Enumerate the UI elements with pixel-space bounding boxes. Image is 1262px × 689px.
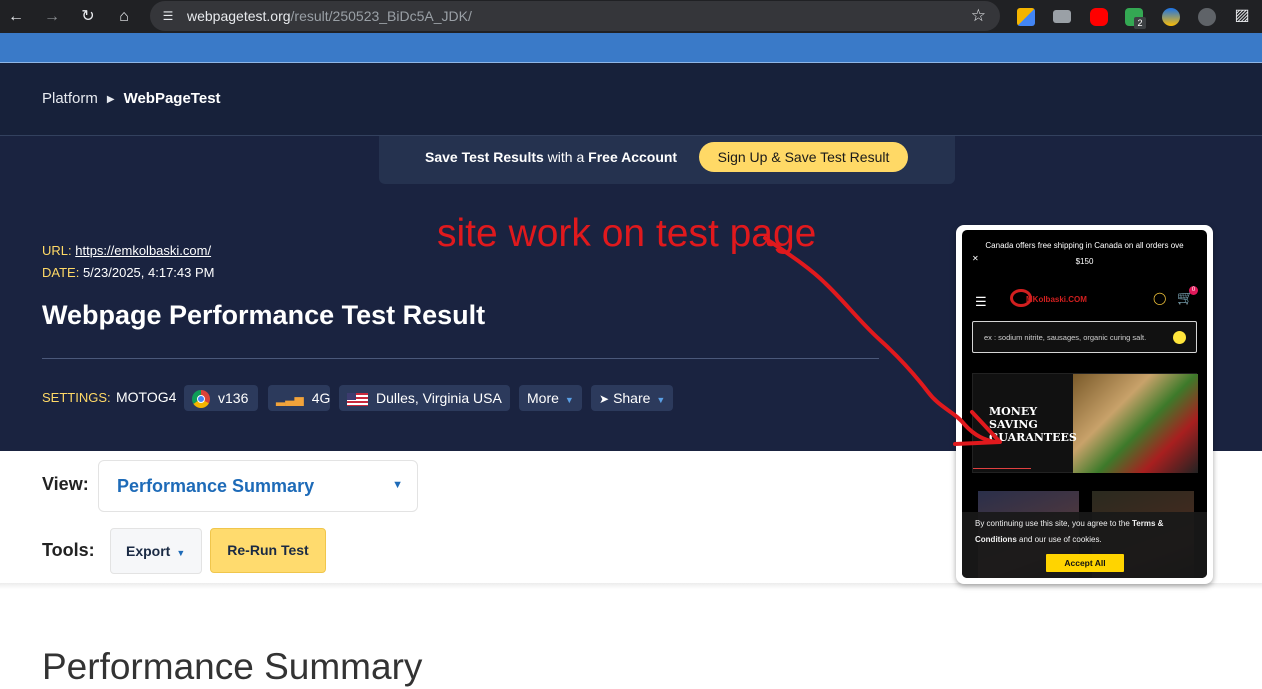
share-label: Share (613, 390, 651, 406)
cart-count-badge: 0 (1189, 286, 1198, 295)
chrome-icon (192, 390, 210, 409)
mobile-search-placeholder: ex : sodium nitrite, sausages, organic c… (984, 333, 1147, 342)
banner-underline (973, 468, 1031, 469)
result-url-line: URL: https://emkolbaski.com/ (42, 243, 211, 258)
bookmark-star-icon[interactable]: ☆ (971, 6, 986, 26)
share-dropdown[interactable]: ➤ Share ▼ (591, 385, 673, 411)
mobile-screenshot-preview[interactable]: Canada offers free shipping in Canada on… (956, 225, 1213, 584)
result-url-link[interactable]: https://emkolbaski.com/ (75, 243, 211, 258)
section-heading: Performance Summary (42, 646, 423, 687)
mobile-search-icon (1173, 331, 1186, 344)
signup-save-button[interactable]: Sign Up & Save Test Result (699, 142, 908, 172)
browser-toolbar: ← → ↻ ⌂ ☰ webpagetest.org/result/250523_… (0, 0, 1262, 33)
home-icon[interactable]: ⌂ (114, 7, 134, 27)
view-label: View: (42, 474, 89, 494)
cookie-text: By continuing use this site, you agree t… (975, 516, 1203, 548)
more-dropdown[interactable]: More ▼ (519, 385, 582, 411)
extension-apps-icon[interactable] (1017, 8, 1035, 26)
cookie-text-2: and our use of cookies. (1016, 535, 1102, 544)
site-top-nav (0, 33, 1262, 63)
tools-label: Tools: (42, 540, 95, 560)
mobile-promo-line2: $150 (1075, 257, 1094, 266)
browser-pill: v136 (184, 385, 258, 411)
save-results-banner: Save Test Results with a Free Account Si… (379, 136, 955, 184)
cookie-text-1: By continuing use this site, you agree t… (975, 519, 1132, 528)
address-url[interactable]: webpagetest.org/result/250523_BiDc5A_JDK… (187, 8, 472, 24)
signal-bars-icon: ▂▃▅ (276, 392, 304, 407)
mobile-screen: Canada offers free shipping in Canada on… (962, 230, 1207, 578)
extension-badge: 2 (1134, 17, 1146, 29)
more-label: More (527, 390, 559, 406)
user-icon: ◯ (1153, 291, 1167, 305)
view-select[interactable]: Performance Summary ▼ (98, 460, 418, 512)
mobile-search-box: ex : sodium nitrite, sausages, organic c… (972, 321, 1197, 353)
title-divider (42, 358, 879, 359)
location-pill: Dulles, Virginia USA (339, 385, 510, 411)
chevron-down-icon: ▼ (656, 395, 666, 405)
result-date: 5/23/2025, 4:17:43 PM (82, 265, 215, 280)
grocery-basket-image (1073, 374, 1198, 473)
back-arrow-icon[interactable]: ← (6, 7, 26, 27)
extension-mail-icon[interactable] (1053, 10, 1071, 23)
mobile-promo-line1: Canada offers free shipping in Canada on… (985, 241, 1184, 250)
test-location: Dulles, Virginia USA (376, 390, 502, 406)
mobile-promo-bar: Canada offers free shipping in Canada on… (962, 238, 1207, 270)
chevron-down-icon: ▼ (392, 479, 403, 491)
mobile-banner-text: MONEY SAVING GUARANTEES (989, 405, 1077, 444)
extension-globe-icon[interactable] (1162, 8, 1180, 26)
network-type: 4G (311, 390, 331, 406)
export-button[interactable]: Export ▼ (110, 528, 202, 574)
us-flag-icon (347, 392, 368, 406)
breadcrumb-current: WebPageTest (123, 90, 221, 107)
close-icon: ✕ (972, 254, 979, 263)
mobile-hero-banner: MONEY SAVING GUARANTEES (972, 373, 1198, 473)
date-label: DATE: (42, 265, 80, 280)
save-results-text: Save Test Results with a Free Account (425, 149, 677, 165)
rerun-test-button[interactable]: Re-Run Test (210, 528, 326, 573)
export-label: Export (126, 543, 171, 559)
page-title: Webpage Performance Test Result (42, 300, 486, 330)
save-results-mid: with a (543, 149, 589, 165)
chevron-down-icon: ▼ (564, 395, 574, 405)
share-icon: ➤ (599, 392, 610, 407)
free-account-bold: Free Account (588, 149, 678, 165)
device-name: MOTOG4 (116, 389, 177, 405)
breadcrumb: Platform ▶ WebPageTest (42, 90, 221, 107)
result-date-line: DATE: 5/23/2025, 4:17:43 PM (42, 265, 215, 280)
url-path: /result/250523_BiDc5A_JDK/ (290, 8, 472, 24)
cookie-accept-button: Accept All (1046, 554, 1124, 572)
network-pill: ▂▃▅ 4G (268, 385, 330, 411)
mobile-brand-name: MKolbaski.COM (1026, 295, 1087, 304)
hamburger-menu-icon: ☰ (975, 294, 987, 309)
reload-icon[interactable]: ↻ (78, 7, 98, 27)
chevron-down-icon: ▼ (176, 548, 186, 558)
mobile-cookie-banner: By continuing use this site, you agree t… (962, 512, 1207, 578)
address-bar[interactable]: ☰ webpagetest.org/result/250523_BiDc5A_J… (150, 1, 1000, 31)
url-host: webpagetest.org (187, 8, 291, 24)
forward-arrow-icon[interactable]: → (42, 7, 62, 27)
extension-youtube-icon[interactable] (1090, 8, 1108, 26)
extensions-puzzle-icon[interactable]: ▨ (1232, 6, 1252, 26)
browser-version: v136 (218, 390, 249, 406)
view-selected-value: Performance Summary (117, 476, 315, 496)
settings-label: SETTINGS: (42, 390, 111, 405)
breadcrumb-arrow-icon: ▶ (106, 94, 115, 105)
site-info-icon[interactable]: ☰ (160, 8, 176, 24)
annotation-text: site work on test page (437, 212, 817, 255)
breadcrumb-platform[interactable]: Platform (42, 90, 98, 107)
extension-circle-icon[interactable] (1198, 8, 1216, 26)
save-results-bold: Save Test Results (425, 149, 544, 165)
url-label: URL: (42, 243, 72, 258)
mobile-brand-logo: MKolbaski.COM (1010, 285, 1120, 313)
